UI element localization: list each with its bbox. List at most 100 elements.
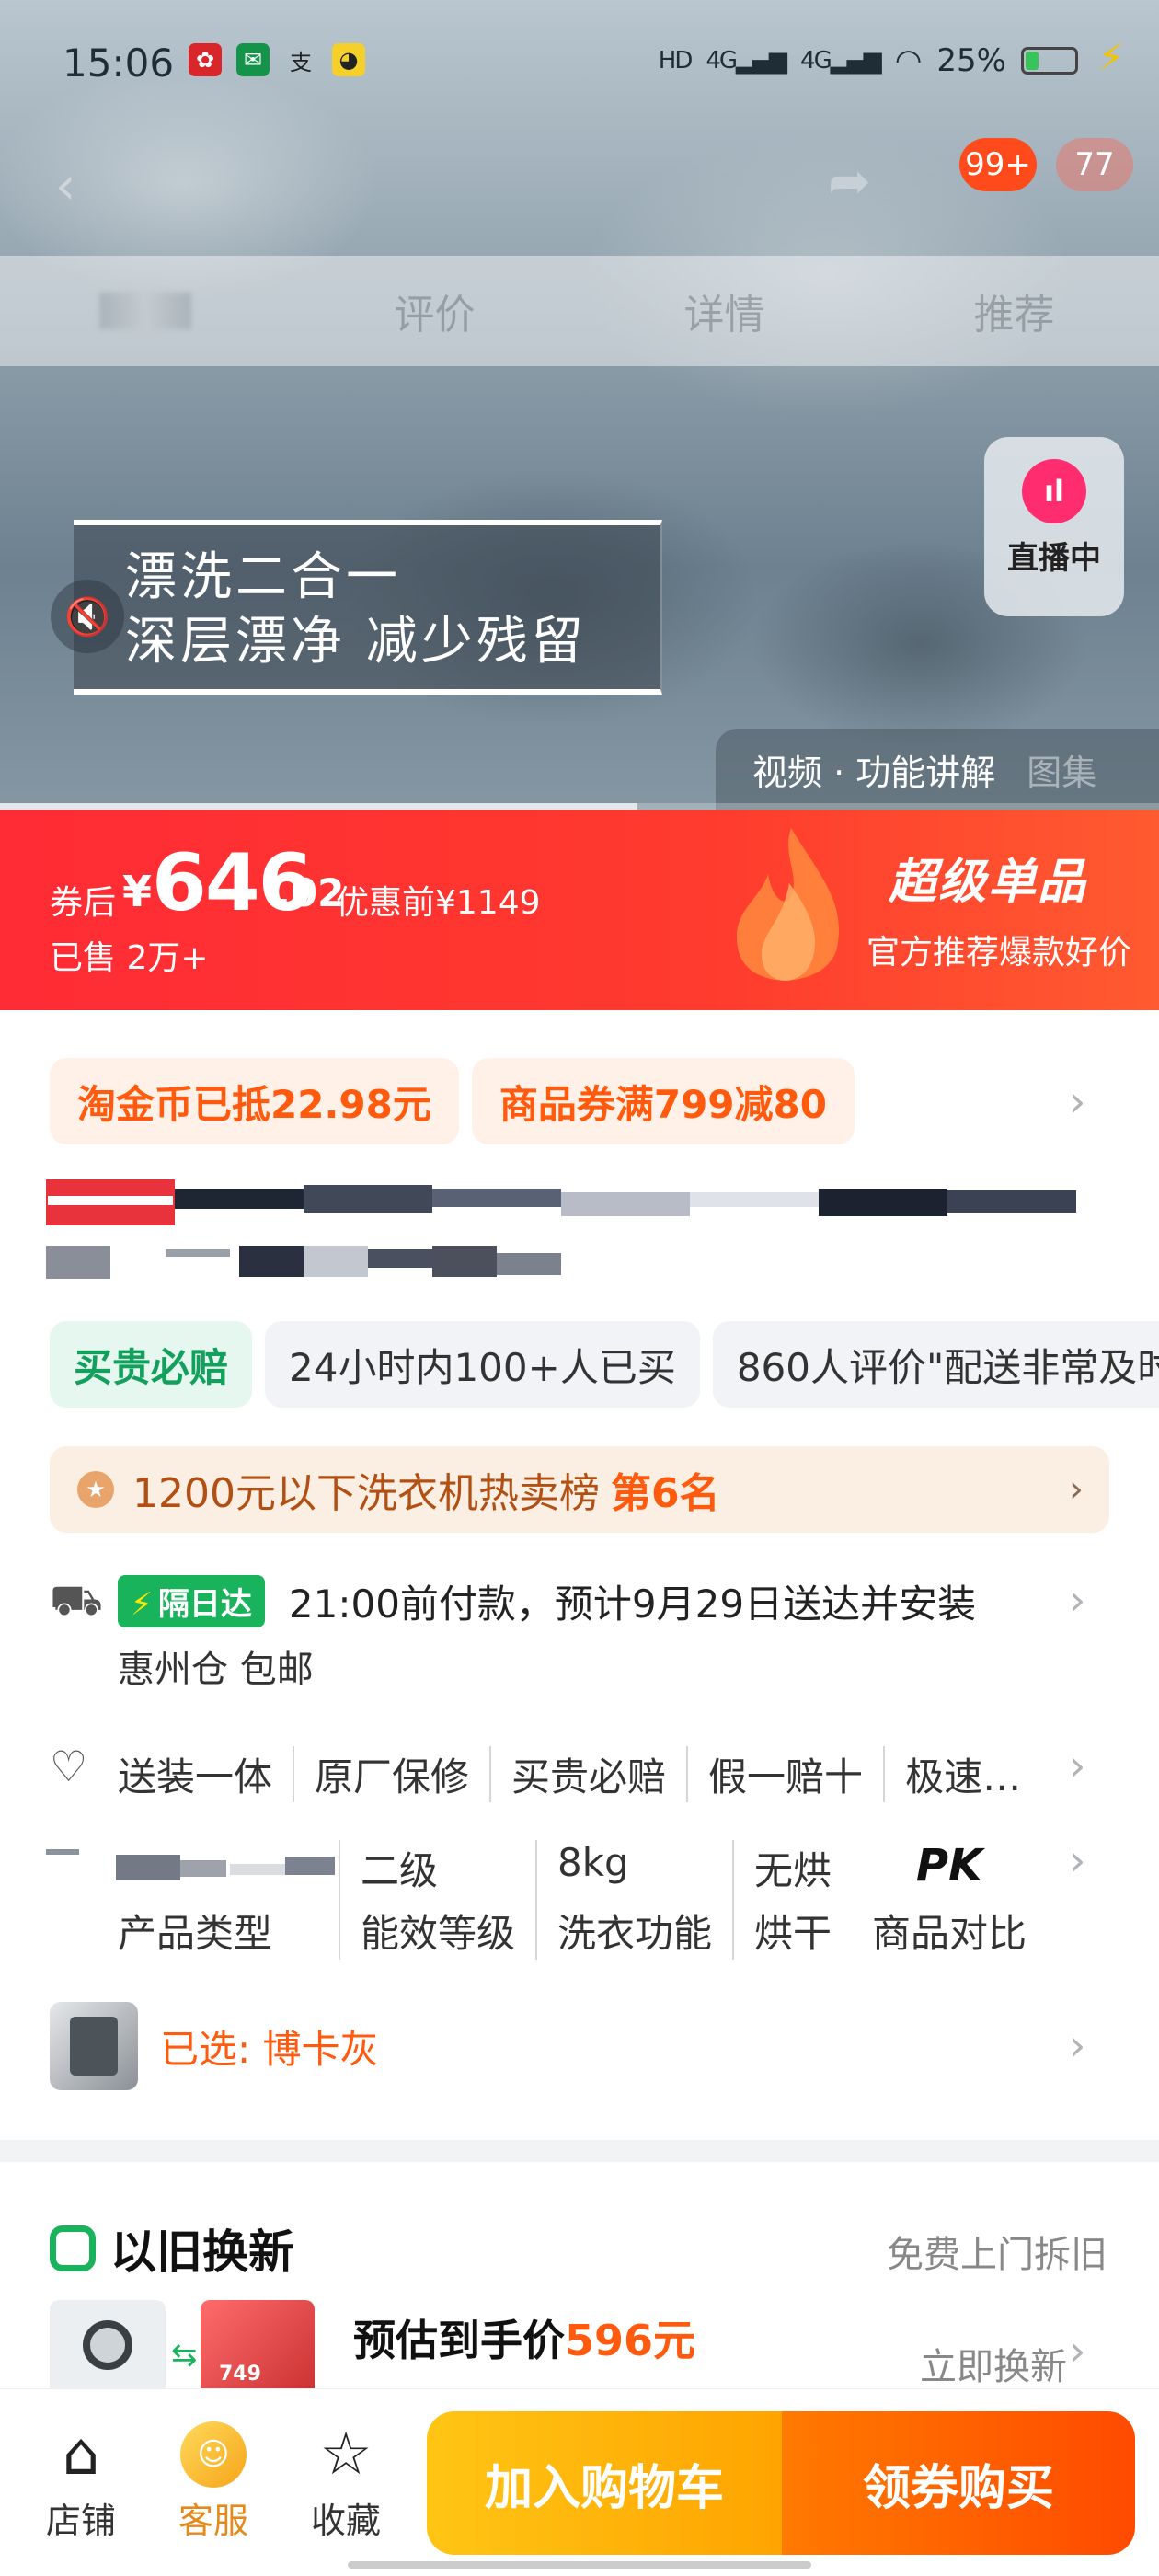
promo-tag-coupon[interactable]: 商品券满799减80 [471, 1058, 855, 1144]
spec-capacity: 8kg 洗衣功能 [535, 1840, 732, 1960]
chip-price-guarantee[interactable]: 买贵必赔 [50, 1321, 253, 1408]
spec-value: 二级 [361, 1848, 439, 1893]
tab-details[interactable]: 详情 [580, 282, 869, 340]
media-tab-gallery[interactable]: 图集 [1027, 744, 1096, 795]
warehouse-text: 惠州仓 包邮 [118, 1649, 314, 1691]
product-title-obscured [46, 1179, 1076, 1279]
share-icon[interactable]: ➦ [828, 152, 871, 212]
delivery-info[interactable]: ⚡ 隔日达 21:00前付款，预计9月29日送达并安装 [118, 1573, 976, 1629]
price-decimal: .02 [276, 870, 345, 915]
customer-service-button[interactable]: ☺ 客服 [158, 2417, 269, 2543]
delivery-text: 21:00前付款，预计9月29日送达并安装 [288, 1581, 977, 1627]
product-page: 15:06 ✿ ✉ 支 ◕ HD 4G▂▄▆ 4G▂▄▆ ◠ 25% ⚡ ‹ ➦… [0, 0, 1159, 2576]
variant-thumbnail [50, 2002, 138, 2090]
sold-count: 已售 2万+ [50, 939, 209, 977]
tab-reviews[interactable]: 评价 [290, 282, 580, 340]
service-item: 送装一体 [118, 1754, 273, 1800]
chevron-right-icon[interactable]: › [1069, 1835, 1085, 1885]
detail-tabs: 评价 详情 推荐 [0, 256, 1159, 366]
store-icon: ⌂ [62, 2421, 100, 2489]
media-switcher: 视频 · 功能讲解 图集 [716, 729, 1159, 810]
message-badge[interactable]: 99+ [959, 138, 1037, 191]
spec-label: 能效等级 [361, 1911, 516, 1956]
home-indicator [348, 2561, 811, 2569]
battery-icon [1021, 47, 1078, 75]
old-washer-image [50, 2300, 166, 2401]
caption-line-2: 深层漂净 减少残留 [125, 612, 587, 672]
favorite-label: 收藏 [310, 2501, 381, 2541]
charging-icon: ⚡ [1097, 37, 1124, 79]
product-highlights: 买贵必赔 24小时内100+人已买 860人评价"配送非常及时" [50, 1321, 1159, 1408]
heart-shield-icon: ♡ [50, 1742, 88, 1791]
app-notify-icon: ✉ [236, 43, 270, 76]
media-tab-video[interactable]: 视频 · 功能讲解 [752, 744, 995, 795]
chevron-right-icon[interactable]: › [1069, 1076, 1085, 1126]
service-item: 买贵必赔 [489, 1746, 686, 1802]
promo-tags[interactable]: 淘金币已抵22.98元 商品券满799减80 [50, 1058, 855, 1144]
live-button[interactable]: ıl 直播中 [984, 437, 1124, 616]
price-original: 优惠前¥1149 [336, 884, 541, 922]
pk-icon: PK [915, 1840, 983, 1892]
chevron-right-icon[interactable]: › [1069, 1575, 1085, 1625]
chevron-right-icon[interactable]: › [1069, 2020, 1085, 2070]
spec-label: 烘干 [754, 1911, 832, 1956]
next-day-badge: ⚡ 隔日达 [118, 1575, 265, 1627]
tab-product[interactable] [0, 293, 290, 329]
spec-value: 无烘 [754, 1848, 832, 1893]
buy-with-coupon-button[interactable]: 领券购买 [782, 2411, 1135, 2555]
price-banner: 券后 ¥ 646 .02 优惠前¥1149 已售 2万+ 超级单品 官方推荐爆款… [0, 810, 1159, 1010]
service-label: 客服 [178, 2501, 248, 2541]
ranking-text: 1200元以下洗衣机热卖榜 [132, 1470, 600, 1517]
exchange-arrows-icon: ⇆ [171, 2337, 198, 2374]
customer-service-icon: ☺ [180, 2421, 247, 2488]
spec-dryer: 无烘 烘干 [732, 1840, 852, 1960]
service-item: 假一赔十 [686, 1746, 883, 1802]
promo-tag-coins[interactable]: 淘金币已抵22.98元 [50, 1058, 459, 1144]
caption-line-1: 漂洗二合一 [125, 547, 401, 607]
section-divider [0, 2140, 1159, 2162]
shop-button[interactable]: ⌂ 店铺 [26, 2417, 136, 2543]
price-currency: ¥ [122, 867, 153, 916]
favorite-button[interactable]: ☆ 收藏 [291, 2417, 401, 2543]
mute-icon[interactable]: 🔇 [51, 580, 124, 653]
app-notify-icon: ✿ [189, 43, 222, 76]
battery-text: 25% [936, 42, 1006, 79]
tab-product-label [98, 293, 191, 329]
selected-variant[interactable]: 已选: 博卡灰 [50, 2002, 379, 2090]
notification-icons: ✿ ✉ 支 ◕ [189, 43, 365, 76]
tab-recommend[interactable]: 推荐 [869, 282, 1159, 340]
cart-badge[interactable]: 77 [1056, 138, 1133, 191]
chip-review-quote[interactable]: 860人评价"配送非常及时" [712, 1321, 1159, 1408]
trade-in-action[interactable]: 立即换新 [920, 2337, 1067, 2390]
spec-value: 8kg [557, 1840, 629, 1885]
video-progress[interactable] [0, 803, 1159, 810]
new-washer-price: 749 [219, 2363, 261, 2386]
product-video[interactable]: 15:06 ✿ ✉ 支 ◕ HD 4G▂▄▆ 4G▂▄▆ ◠ 25% ⚡ ‹ ➦… [0, 0, 1159, 810]
chip-recent-buyers[interactable]: 24小时内100+人已买 [265, 1321, 700, 1408]
delivery-truck-icon: ⛟ [50, 1575, 103, 1625]
ranking-banner[interactable]: ★ 1200元以下洗衣机热卖榜 第6名 › [50, 1446, 1109, 1533]
service-list[interactable]: 送装一体 原厂保修 买贵必赔 假一赔十 极速… [118, 1746, 1041, 1802]
signal-icon: 4G▂▄▆ [800, 47, 882, 75]
add-to-cart-button[interactable]: 加入购物车 [427, 2411, 782, 2555]
back-arrow-icon[interactable]: ‹ [55, 156, 75, 216]
chevron-right-icon[interactable]: › [1069, 1741, 1085, 1790]
super-product-subtitle: 官方推荐爆款好价 [866, 934, 1131, 972]
star-icon: ☆ [319, 2421, 373, 2489]
service-item: 极速… [883, 1746, 1041, 1802]
app-notify-icon: ◕ [332, 43, 365, 76]
chevron-right-icon[interactable]: › [1069, 2326, 1085, 2375]
price-after-label: 券后 [50, 884, 117, 922]
selected-variant-label: 已选: 博卡灰 [160, 2026, 379, 2072]
super-product-title: 超级单品 [888, 855, 1087, 910]
spec-summary[interactable]: 产品类型 二级 能效等级 8kg 洗衣功能 无烘 烘干 PK 商品对比 [118, 1840, 1047, 1960]
compare-button[interactable]: PK 商品对比 [852, 1840, 1047, 1960]
shop-label: 店铺 [45, 2501, 116, 2541]
live-label: 直播中 [1007, 540, 1101, 577]
flame-icon [736, 828, 839, 982]
status-bar: 15:06 ✿ ✉ 支 ◕ HD 4G▂▄▆ 4G▂▄▆ ◠ 25% ⚡ [0, 0, 1159, 120]
status-indicators: HD 4G▂▄▆ 4G▂▄▆ ◠ 25% [659, 42, 1078, 79]
spec-label: 洗衣功能 [557, 1911, 713, 1956]
chevron-right-icon: › [1069, 1468, 1084, 1511]
spec-label: 产品类型 [118, 1911, 273, 1956]
